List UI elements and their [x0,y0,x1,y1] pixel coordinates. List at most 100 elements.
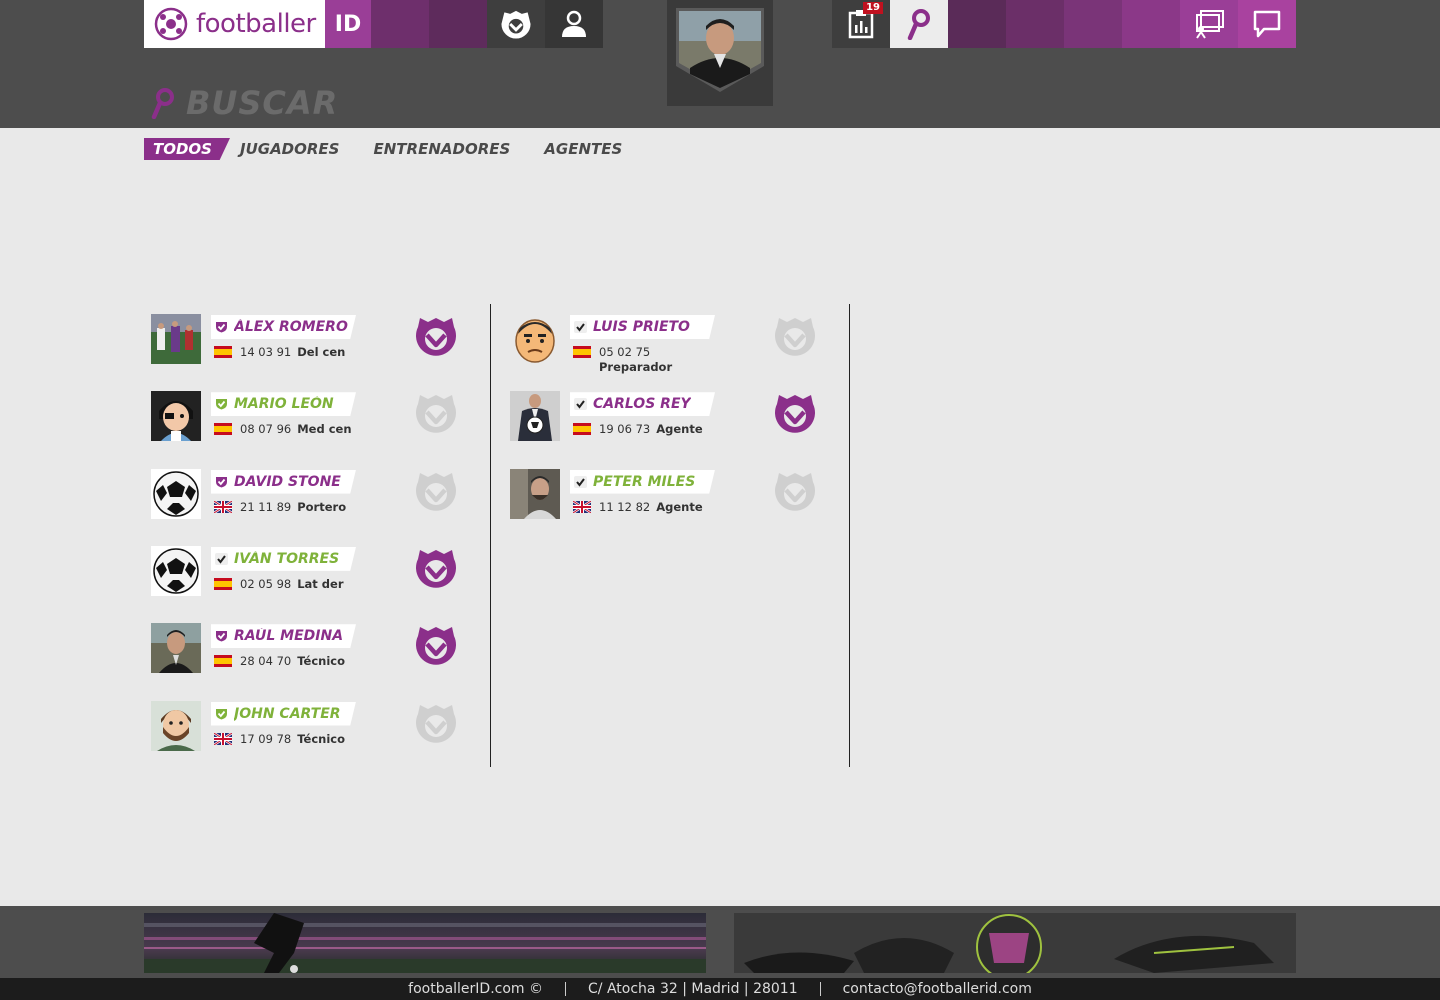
result-card[interactable]: DAVID STONE 21 11 89 Portero [151,468,461,529]
result-name-bar[interactable]: ÁLEX ROMERO [211,315,356,339]
profile-button[interactable] [545,0,603,48]
footer-banner-stadium[interactable] [144,913,706,973]
footer-email[interactable]: contacto@footballerid.com [843,981,1032,997]
club-crest-icon[interactable] [773,314,817,358]
result-role: Lat der [297,576,344,591]
verified-check-icon [574,321,587,333]
result-name[interactable]: PETER MILES [593,474,695,490]
result-name[interactable]: JOHN CARTER [234,706,341,722]
current-user-avatar[interactable] [667,0,773,106]
club-crest-icon[interactable] [414,701,458,745]
result-name[interactable]: LUIS PRIETO [593,319,690,335]
result-name[interactable]: RAÚL MEDINA [234,628,343,644]
result-name[interactable]: IVÁN TORRES [234,551,339,567]
result-avatar[interactable] [510,391,560,442]
result-card[interactable]: LUIS PRIETO 05 02 75 Preparador [510,314,820,374]
profile-photo [676,8,764,92]
result-name-bar[interactable]: IVÁN TORRES [211,546,356,571]
result-name[interactable]: ÁLEX ROMERO [234,319,348,335]
result-role: Técnico [297,731,345,746]
result-birthdate: 05 02 75 [599,345,651,359]
result-role: Preparador [599,360,673,374]
result-name-bar[interactable]: CARLOS REY [570,392,715,417]
result-name[interactable]: DAVID STONE [234,474,341,490]
topbar-right: 19 [832,0,1296,48]
footer-address: C/ Atocha 32 | Madrid | 28011 [588,981,798,997]
club-crest-icon[interactable] [414,391,458,435]
result-card[interactable]: PETER MILES 11 12 82 Agente [510,468,820,529]
result-avatar[interactable] [510,314,560,364]
club-crest-icon[interactable] [414,469,458,513]
result-avatar[interactable] [151,623,201,674]
flag-es-icon [214,423,232,436]
flag-es-icon [573,423,591,436]
result-name-bar[interactable]: DAVID STONE [211,469,356,494]
topbar-segment [1122,0,1180,48]
topbar-left: footballer ID [144,0,603,48]
result-info: 14 03 91 Del cen [214,345,345,359]
result-info: 17 09 78 Técnico [214,732,345,746]
header: footballer ID 19 BUSCAR [0,0,1440,128]
result-card[interactable]: JOHN CARTER 17 09 78 Técnico [151,700,461,761]
shield-check-icon [216,399,227,410]
topbar-segment [429,0,487,48]
tab-jugadores[interactable]: JUGADORES [240,140,340,158]
result-name-bar[interactable]: RAÚL MEDINA [211,624,356,649]
result-birthdate: 08 07 96 [240,422,292,437]
result-card[interactable]: RAÚL MEDINA 28 04 70 Técnico [151,623,461,683]
tab-todos[interactable]: TODOS [144,138,230,160]
club-crest-icon[interactable] [773,469,817,513]
result-card[interactable]: MARIO LEÓN 08 07 96 Med cen [151,391,461,451]
result-avatar[interactable] [151,391,201,442]
verified-check-icon [574,398,587,411]
result-name-bar[interactable]: LUIS PRIETO [570,315,715,339]
result-avatar[interactable] [510,468,560,519]
brand-name: footballer [196,9,316,39]
result-avatar[interactable] [151,700,201,751]
result-info: 28 04 70 Técnico [214,654,345,668]
result-name-bar[interactable]: PETER MILES [570,469,715,494]
result-info: 02 05 98 Lat der [214,577,344,591]
footer-site[interactable]: footballerID.com © [408,981,543,997]
flag-es-icon [573,346,591,358]
column-divider [490,304,491,767]
result-card[interactable]: ÁLEX ROMERO 14 03 91 Del cen [151,314,461,374]
result-birthdate: 17 09 78 [240,731,292,746]
chat-button[interactable] [1238,0,1296,48]
result-avatar[interactable] [151,314,201,364]
club-crest-icon[interactable] [773,391,817,435]
result-avatar[interactable] [151,468,201,519]
club-crest-icon[interactable] [414,314,458,358]
club-button[interactable] [487,0,545,48]
flag-es-icon [214,346,232,358]
result-name[interactable]: MARIO LEÓN [234,396,334,412]
footer-separator [819,982,821,996]
club-crest-icon[interactable] [414,546,458,590]
logo[interactable]: footballer [144,0,325,48]
brand-suffix: ID [325,0,371,48]
ball-logo-icon [154,7,188,41]
footer-separator [565,982,567,996]
result-card[interactable]: CARLOS REY 19 06 73 Agente [510,391,820,451]
chat-icon [1253,10,1281,38]
result-info: 08 07 96 Med cen [214,422,352,436]
club-crest-icon[interactable] [414,623,458,667]
tab-agentes[interactable]: AGENTES [544,140,622,158]
notifications-button[interactable]: 19 [832,0,890,48]
footer-banner-boots[interactable] [734,913,1296,973]
tab-entrenadores[interactable]: ENTRENADORES [374,140,511,158]
result-avatar[interactable] [151,545,201,596]
result-name-bar[interactable]: JOHN CARTER [211,701,356,726]
result-birthdate: 19 06 73 [599,422,651,437]
training-button[interactable] [1180,0,1238,48]
stadium-banner-image [144,913,706,973]
search-button[interactable] [890,0,948,48]
flag-gb-icon [573,500,591,513]
result-name-bar[interactable]: MARIO LEÓN [211,392,356,417]
page-title-text: BUSCAR [186,84,339,122]
result-info: 05 02 75 Preparador [573,345,672,374]
result-card[interactable]: IVÁN TORRES 02 05 98 Lat der [151,545,461,606]
result-name[interactable]: CARLOS REY [593,396,691,412]
flag-es-icon [214,655,232,668]
result-info: 11 12 82 Agente [573,500,703,514]
